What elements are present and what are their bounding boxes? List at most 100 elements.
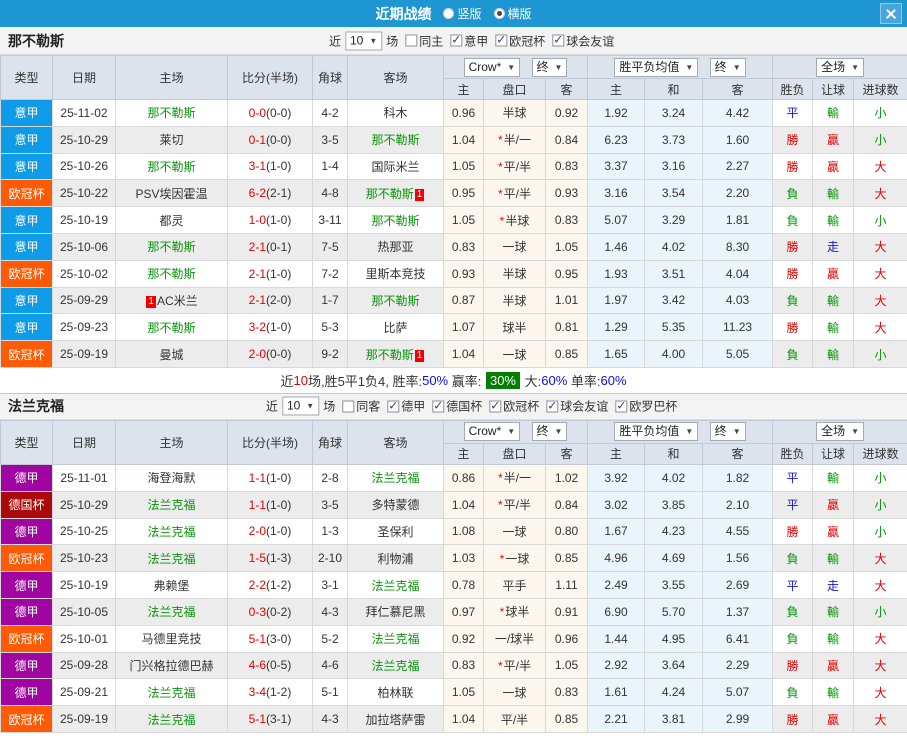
col-corner: 角球 [312,55,348,100]
changed-odds-star: * [497,498,503,513]
layout-radio[interactable] [443,7,455,19]
col-corner: 角球 [312,419,348,465]
cell-avg-draw: 4.23 [644,517,703,546]
cell-odds-home: 0.78 [443,571,484,599]
filter-checkbox-label[interactable]: 欧冠杯 [503,398,539,415]
cell-result: 勝 [772,232,814,261]
halftime-score: (2-1) [266,186,292,201]
halftime-score: (3-1) [266,712,292,727]
team-name-text: 比萨 [383,320,408,335]
team-name-text: 国际米兰 [371,159,420,174]
cell-date: 25-10-29 [52,125,116,154]
cell-away-team: 圣保利 [347,517,444,546]
full-match-select[interactable]: 全场 ▼ [816,422,864,442]
match-count-select[interactable]: 10 ▼ [344,31,383,50]
filter-checkbox-label[interactable]: 同客 [356,398,380,415]
filter-checkbox-label[interactable]: 德国杯 [446,398,482,415]
team-name-text: 莱切 [159,133,184,148]
cell-handicap: 平/半 [483,705,546,733]
team-name-text: 科木 [383,106,408,121]
final-avg-select[interactable]: 终 ▼ [709,422,746,442]
filter-checkbox[interactable] [450,33,463,47]
cell-result: 勝 [772,705,814,733]
crown-company-select[interactable]: Crow* ▼ [463,57,521,77]
cell-score: 5-1(3-0) [227,624,313,653]
avg-odds-select[interactable]: 胜平负均值 ▼ [614,422,699,442]
league-badge: 德甲 [0,597,53,626]
cell-home-team: 法兰克福 [115,544,228,573]
cell-odds-away: 1.05 [545,232,588,261]
cell-let-goal-result: 輸 [812,313,855,342]
filter-checkbox-label[interactable]: 欧罗巴杯 [629,398,677,415]
radio-label[interactable]: 横版 [508,7,532,21]
close-icon[interactable] [880,3,902,24]
final-odds-select[interactable]: 终 ▼ [531,57,568,77]
filter-checkbox[interactable] [342,400,355,413]
team-name-text: 那不勒斯 [147,240,196,255]
cell-score: 6-2(2-1) [227,179,313,208]
filter-checkbox[interactable] [387,398,400,413]
cell-away-team: 那不勒斯 1 [347,179,444,208]
match-count-select[interactable]: 10 ▼ [281,396,320,416]
filter-checkbox-label[interactable]: 球会友谊 [566,32,614,49]
col-handicap: 盘口 [483,442,546,465]
cell-handicap: 一球 [483,678,546,707]
cell-avg-away: 2.99 [701,705,774,733]
final-avg-select[interactable]: 终 ▼ [709,57,746,77]
col-odds-away: 客 [545,78,588,100]
avg-odds-select[interactable]: 胜平负均值 ▼ [614,57,699,77]
cell-away-team: 利物浦 [347,544,444,573]
cell-date: 25-10-19 [52,571,116,599]
cell-avg-draw: 3.55 [644,571,703,599]
filter-checkbox[interactable] [489,398,502,413]
filter-checkbox[interactable] [495,33,508,47]
filter-checkbox[interactable] [432,398,445,413]
cell-avg-home: 1.46 [587,232,645,261]
cell-avg-draw: 3.64 [644,651,703,680]
cell-handicap: *半/一 [483,125,546,154]
cell-result: 平 [772,571,814,599]
filter-checkbox-label[interactable]: 同主 [419,32,443,49]
team-name-text: 法兰克福 [371,471,420,486]
cell-odds-home: 0.86 [443,463,484,492]
radio-label[interactable]: 竖版 [457,7,481,21]
filter-checkbox-label[interactable]: 欧冠杯 [509,32,545,49]
filter-checkbox-label[interactable]: 球会友谊 [560,398,608,415]
layout-radio[interactable] [493,7,505,19]
fulltime-score: 0-0 [248,105,266,120]
cell-away-team: 法兰克福 [347,571,444,599]
filter-checkbox[interactable] [615,398,628,413]
fulltime-score: 2-0 [248,524,266,539]
win-rate-badge: 30% [485,371,520,389]
filter-checkbox[interactable] [405,34,418,47]
filter-checkbox-label[interactable]: 德甲 [401,398,425,415]
cell-odds-away: 0.92 [545,99,588,127]
cell-avg-draw: 4.02 [644,232,703,261]
cell-avg-draw: 3.54 [644,179,703,208]
crown-company-select[interactable]: Crow* ▼ [463,422,521,442]
cell-avg-draw: 4.24 [644,678,703,707]
team-name-text: 拜仁慕尼黑 [365,605,426,620]
changed-odds-star: * [499,213,505,228]
cell-goals-result: 大 [853,651,907,680]
cell-handicap: 一球 [483,232,546,261]
team-name-text: 法兰克福 [147,685,196,700]
handicap-text: 一球 [502,347,527,362]
cell-home-team: 法兰克福 [115,678,228,707]
cell-date: 25-10-02 [52,259,116,288]
cell-avg-away: 1.56 [701,544,774,573]
team-name-text: 里斯本竞技 [365,267,426,282]
cell-result: 負 [772,597,814,626]
filter-checkbox-label[interactable]: 意甲 [464,32,488,49]
filter-checkbox[interactable] [552,33,565,47]
cell-goals-result: 小 [853,517,907,546]
cell-avg-away: 4.55 [701,517,774,546]
fulltime-score: 5-1 [248,631,266,646]
match-count-value: 10 [286,398,301,413]
league-badge: 德甲 [0,517,53,546]
final-odds-select[interactable]: 终 ▼ [531,422,568,442]
filter-checkbox[interactable] [546,398,559,413]
fulltime-score: 2-1 [248,266,266,281]
chevron-down-icon: ▼ [685,427,694,437]
full-match-select[interactable]: 全场 ▼ [816,57,864,77]
